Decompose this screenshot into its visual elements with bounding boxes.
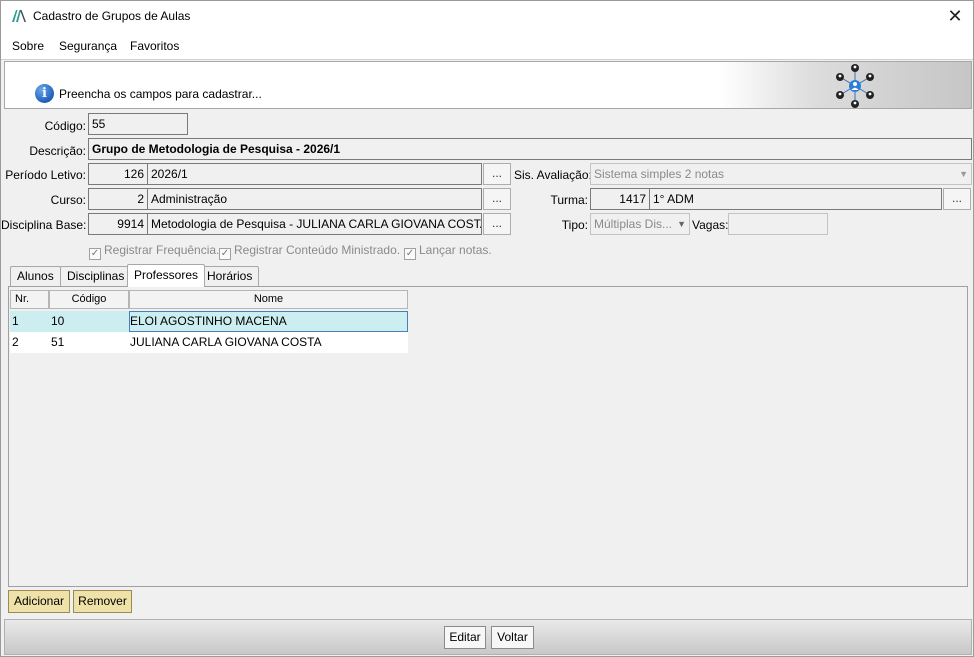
title-bar: Cadastro de Grupos de Aulas ✕: [1, 1, 973, 32]
menu-seguranca[interactable]: Segurança: [59, 39, 117, 53]
menu-bar: Sobre Segurança Favoritos: [1, 32, 973, 60]
lancar-notas-checkbox[interactable]: ✓ Lançar notas.: [404, 243, 492, 260]
periodo-name-field[interactable]: 2026/1: [147, 163, 482, 185]
sis-avaliacao-value: Sistema simples 2 notas: [594, 167, 725, 181]
disciplina-search-button[interactable]: ...: [483, 213, 511, 235]
periodo-search-button[interactable]: ...: [483, 163, 511, 185]
table-row[interactable]: 2 51 JULIANA CARLA GIOVANA COSTA: [10, 332, 408, 353]
turma-search-button[interactable]: ...: [943, 188, 971, 210]
curso-search-button[interactable]: ...: [483, 188, 511, 210]
tipo-label: Tipo:: [561, 218, 588, 232]
curso-code-field[interactable]: 2: [88, 188, 148, 210]
curso-label: Curso:: [50, 193, 86, 207]
vagas-label: Vagas:: [692, 218, 729, 232]
cell-nome: JULIANA CARLA GIOVANA COSTA: [130, 335, 322, 349]
turma-name-field[interactable]: 1° ADM: [649, 188, 942, 210]
turma-code-field[interactable]: 1417: [590, 188, 650, 210]
voltar-button[interactable]: Voltar: [491, 626, 534, 649]
periodo-code-field[interactable]: 126: [88, 163, 148, 185]
main-window: Cadastro de Grupos de Aulas ✕ Sobre Segu…: [0, 0, 974, 657]
cell-nome[interactable]: ELOI AGOSTINHO MACENA: [129, 311, 408, 332]
sis-avaliacao-label: Sis. Avaliação:: [514, 168, 592, 182]
column-header-codigo[interactable]: Código: [49, 290, 129, 309]
adicionar-button[interactable]: Adicionar: [8, 590, 70, 613]
disciplina-name-field[interactable]: Metodologia de Pesquisa - JULIANA CARLA …: [147, 213, 482, 235]
checkmark-icon: ✓: [404, 248, 416, 260]
cell-nr: 2: [12, 335, 19, 349]
professores-grid: Nr. Código Nome 1 10 ELOI AGOSTINHO MACE…: [8, 286, 968, 587]
app-logo-icon: [12, 10, 26, 22]
checkmark-icon: ✓: [219, 248, 231, 260]
tab-alunos[interactable]: Alunos: [10, 266, 61, 286]
close-icon: ✕: [947, 6, 963, 26]
disciplina-code-field[interactable]: 9914: [88, 213, 148, 235]
dropdown-arrow-icon: ▼: [959, 169, 968, 179]
cell-codigo: 10: [51, 314, 65, 328]
table-row[interactable]: 1 10 ELOI AGOSTINHO MACENA: [10, 311, 408, 332]
registrar-conteudo-checkbox[interactable]: ✓ Registrar Conteúdo Ministrado.: [219, 243, 400, 260]
info-icon: i: [35, 84, 54, 103]
menu-favoritos[interactable]: Favoritos: [130, 39, 179, 53]
people-network-icon: [836, 64, 874, 108]
close-window-button[interactable]: ✕: [943, 5, 967, 27]
curso-name-field[interactable]: Administração: [147, 188, 482, 210]
disciplina-base-label: Disciplina Base:: [1, 218, 87, 232]
vagas-field[interactable]: [728, 213, 828, 235]
tipo-select[interactable]: Múltiplas Dis... ▼: [590, 213, 690, 235]
banner-text: Preencha os campos para cadastrar...: [59, 87, 262, 101]
tab-disciplinas[interactable]: Disciplinas: [60, 266, 132, 286]
editar-button[interactable]: Editar: [444, 626, 486, 649]
footer-bar: Editar Voltar: [4, 619, 972, 655]
codigo-field[interactable]: 55: [88, 113, 188, 135]
remover-button[interactable]: Remover: [73, 590, 132, 613]
tab-professores[interactable]: Professores: [127, 264, 206, 287]
cell-codigo: 51: [51, 335, 65, 349]
column-header-nome[interactable]: Nome: [129, 290, 408, 309]
registrar-conteudo-label: Registrar Conteúdo Ministrado.: [234, 243, 401, 257]
tipo-value: Múltiplas Dis...: [594, 217, 673, 231]
sis-avaliacao-select[interactable]: Sistema simples 2 notas ▼: [590, 163, 972, 185]
cell-nr: 1: [12, 314, 19, 328]
registrar-frequencia-checkbox[interactable]: ✓ Registrar Frequência.: [89, 243, 219, 260]
checkmark-icon: ✓: [89, 248, 101, 260]
periodo-letivo-label: Período Letivo:: [5, 168, 86, 182]
descricao-field[interactable]: Grupo de Metodologia de Pesquisa - 2026/…: [88, 138, 972, 160]
dropdown-arrow-icon: ▼: [677, 219, 686, 229]
tab-horarios[interactable]: Horários: [200, 266, 260, 286]
codigo-label: Código:: [44, 119, 86, 133]
column-header-nr[interactable]: Nr.: [10, 290, 49, 309]
instruction-banner: i Preencha os campos para cadastrar...: [4, 61, 972, 109]
descricao-label: Descrição:: [29, 144, 86, 158]
lancar-notas-label: Lançar notas.: [419, 243, 492, 257]
turma-label: Turma:: [550, 193, 588, 207]
window-title: Cadastro de Grupos de Aulas: [33, 9, 191, 23]
menu-sobre[interactable]: Sobre: [12, 39, 44, 53]
registrar-frequencia-label: Registrar Frequência.: [104, 243, 220, 257]
